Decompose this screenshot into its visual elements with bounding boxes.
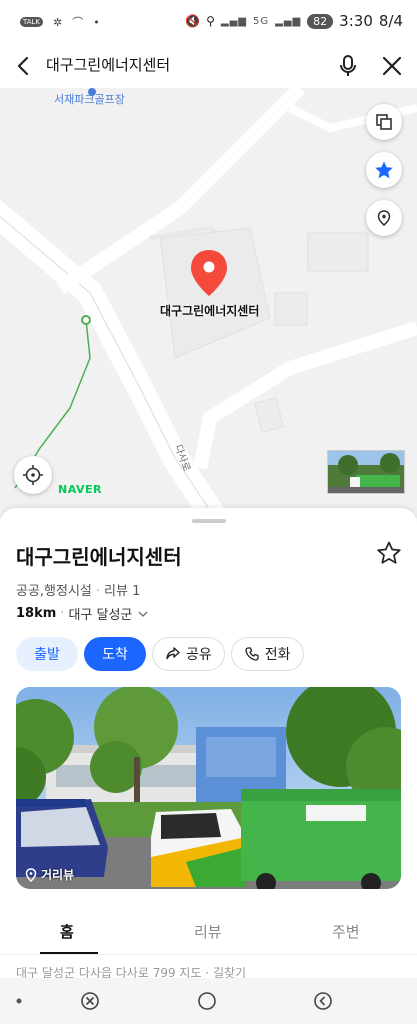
place-photo[interactable]: 거리뷰 bbox=[16, 687, 401, 889]
street-view-thumbnail-image bbox=[328, 451, 404, 493]
system-nav-bar bbox=[0, 978, 417, 1024]
share-label: 공유 bbox=[186, 647, 212, 663]
sheet-drag-handle[interactable] bbox=[192, 519, 226, 523]
status-left-icons: TALK ✲ ⌒ • bbox=[20, 14, 100, 30]
phone-icon bbox=[245, 647, 259, 661]
call-button[interactable]: 전화 bbox=[230, 637, 304, 671]
nav-dot-icon[interactable] bbox=[16, 998, 22, 1004]
active-tab-indicator bbox=[40, 952, 98, 954]
pinwheel-icon: ✲ bbox=[53, 15, 63, 29]
share-button[interactable]: 공유 bbox=[152, 637, 225, 671]
network-type: 5G bbox=[252, 15, 270, 27]
street-view-thumbnail[interactable] bbox=[327, 450, 405, 494]
tab-review[interactable]: 리뷰 bbox=[194, 921, 222, 942]
cast-icon: ⌒ bbox=[72, 16, 84, 29]
chevron-down-icon bbox=[138, 610, 148, 617]
status-bar: TALK ✲ ⌒ • 🔇 ⚲ ▂▄▆ 5G ▂▄▆ 82 3:30 8/4 bbox=[0, 0, 417, 44]
place-detail-sheet: 대구그린에너지센터 공공,행정시설 · 리뷰 1 18km · 대구 달성군 출발 … bbox=[0, 508, 417, 978]
call-label: 전화 bbox=[264, 647, 291, 663]
place-title: 대구그린에너지센터 bbox=[16, 545, 182, 569]
map-view[interactable]: 서재파크골프장 대구그린에너지센터 다사로 NAVER bbox=[0, 88, 417, 518]
region: 대구 달성군 bbox=[68, 608, 133, 623]
location-icon: ⚲ bbox=[206, 14, 215, 28]
search-bar: 대구그린에너지센터 bbox=[0, 44, 417, 89]
star-outline-icon[interactable] bbox=[376, 540, 402, 566]
review-count-link[interactable]: 리뷰 1 bbox=[104, 584, 140, 599]
tab-nearby[interactable]: 주변 bbox=[332, 921, 360, 942]
close-icon[interactable] bbox=[378, 52, 406, 80]
address-peek: 대구 달성군 다사읍 다사로 799 지도 · 길찾기 bbox=[16, 966, 247, 978]
place-distance-row[interactable]: 18km · 대구 달성군 bbox=[16, 604, 150, 623]
place-category: 공공,행정시설 bbox=[16, 584, 92, 599]
status-right: 🔇 ⚲ ▂▄▆ 5G ▂▄▆ 82 3:30 8/4 bbox=[185, 12, 403, 30]
favorite-button[interactable] bbox=[366, 152, 402, 188]
arrive-button[interactable]: 도착 bbox=[84, 637, 146, 671]
nearby-poi-label[interactable]: 서재파크골프장 bbox=[54, 91, 125, 107]
street-view-badge[interactable]: 거리뷰 bbox=[24, 866, 74, 883]
star-filled-icon bbox=[375, 161, 393, 179]
map-pin-outline-icon bbox=[377, 210, 391, 226]
map-marker-label[interactable]: 대구그린에너지센터 bbox=[160, 302, 259, 319]
street-view-label: 거리뷰 bbox=[41, 868, 75, 882]
location-pin-icon[interactable] bbox=[188, 248, 230, 298]
mute-icon: 🔇 bbox=[185, 14, 201, 28]
action-buttons: 출발 도착 공유 전화 bbox=[16, 637, 304, 671]
street-view-photo bbox=[16, 687, 401, 889]
back-arrow-icon[interactable] bbox=[10, 52, 38, 80]
place-meta: 공공,행정시설 · 리뷰 1 bbox=[16, 584, 141, 599]
naver-logo: NAVER bbox=[58, 483, 102, 496]
depart-button[interactable]: 출발 bbox=[16, 637, 78, 671]
dot-icon: • bbox=[93, 15, 100, 29]
search-query[interactable]: 대구그린에너지센터 bbox=[46, 54, 170, 75]
battery-level: 82 bbox=[307, 13, 334, 29]
signal-icon: ▂▄▆ bbox=[220, 15, 247, 27]
layers-icon bbox=[376, 114, 392, 130]
date: 8/4 bbox=[378, 12, 403, 30]
share-icon bbox=[166, 647, 180, 660]
nav-back-icon[interactable] bbox=[313, 991, 333, 1011]
place-tabs: 홈 리뷰 주변 bbox=[0, 908, 417, 955]
talk-icon: TALK bbox=[20, 17, 44, 27]
layers-button[interactable] bbox=[366, 104, 402, 140]
place-marker-button[interactable] bbox=[366, 200, 402, 236]
distance: 18km bbox=[16, 606, 57, 621]
clock: 3:30 bbox=[339, 12, 373, 30]
crosshair-icon bbox=[23, 465, 43, 485]
my-location-button[interactable] bbox=[14, 456, 52, 494]
nav-close-apps-icon[interactable] bbox=[80, 991, 100, 1011]
tab-home[interactable]: 홈 bbox=[60, 921, 74, 942]
microphone-icon[interactable] bbox=[336, 52, 360, 80]
nav-home-icon[interactable] bbox=[197, 991, 217, 1011]
signal-icon-2: ▂▄▆ bbox=[275, 15, 302, 27]
location-marker-icon bbox=[25, 867, 37, 882]
